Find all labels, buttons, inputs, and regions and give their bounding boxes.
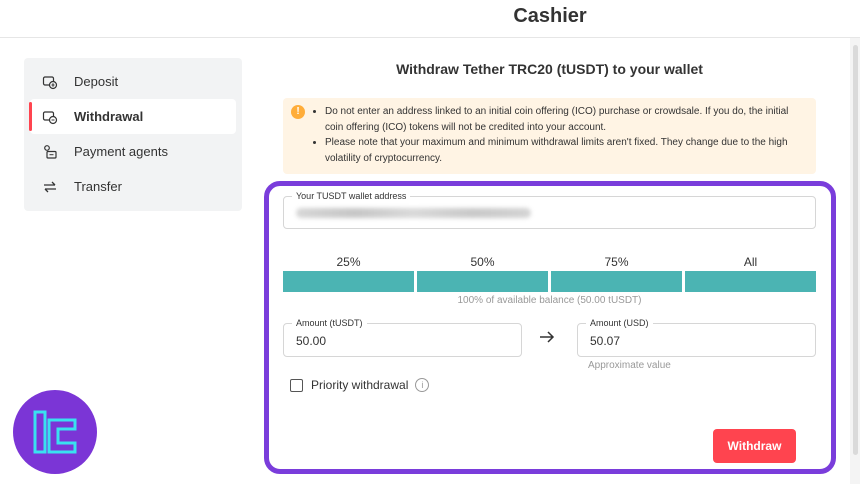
notice-item: Do not enter an address linked to an ini… [325, 104, 806, 135]
approximate-hint: Approximate value [588, 360, 671, 371]
sidebar: Deposit Withdrawal Payment agents Transf… [24, 58, 242, 211]
priority-withdrawal-row: Priority withdrawal i [290, 378, 430, 392]
warning-icon: ! [291, 105, 305, 119]
amount-fiat-field[interactable]: Amount (USD) 50.07 [577, 317, 816, 357]
percent-button-50[interactable] [417, 271, 548, 292]
page-title: Cashier [513, 5, 587, 27]
sidebar-item-label: Transfer [74, 179, 122, 194]
sidebar-item-label: Withdrawal [74, 109, 144, 124]
amount-fiat-value: 50.07 [590, 334, 621, 348]
deposit-icon [42, 74, 58, 90]
amount-fiat-label: Amount (USD) [586, 317, 653, 329]
balance-note: 100% of available balance (50.00 tUSDT) [457, 295, 642, 306]
section-title: Withdraw Tether TRC20 (tUSDT) to your wa… [396, 61, 703, 77]
amount-crypto-value: 50.00 [296, 334, 327, 348]
arrow-right-icon [539, 330, 555, 349]
percent-button-75[interactable] [551, 271, 682, 292]
withdrawal-icon [42, 109, 58, 125]
percent-label-75: 75% [604, 255, 629, 269]
sidebar-item-withdrawal[interactable]: Withdrawal [29, 99, 236, 134]
sidebar-item-deposit[interactable]: Deposit [24, 64, 242, 99]
percent-label-25: 25% [336, 255, 361, 269]
amount-crypto-label: Amount (tUSDT) [292, 317, 367, 329]
percent-button-25[interactable] [283, 271, 414, 292]
brand-logo [13, 390, 97, 474]
payment-agents-icon [42, 144, 58, 160]
sidebar-item-label: Deposit [74, 74, 119, 89]
withdraw-button[interactable]: Withdraw [713, 429, 796, 463]
wallet-address-field[interactable]: Your TUSDT wallet address [283, 190, 816, 229]
percent-label-50: 50% [470, 255, 495, 269]
wallet-address-value-blurred [296, 208, 531, 218]
notice-box: ! Do not enter an address linked to an i… [283, 98, 816, 174]
wallet-address-label: Your TUSDT wallet address [292, 190, 411, 202]
priority-withdrawal-checkbox[interactable] [290, 378, 303, 392]
top-bar: Cashier [0, 0, 860, 38]
scrollbar-thumb[interactable] [853, 45, 858, 455]
sidebar-item-payment-agents[interactable]: Payment agents [24, 134, 242, 169]
info-icon[interactable]: i [415, 378, 430, 392]
percent-button-all[interactable] [685, 271, 816, 292]
priority-withdrawal-label: Priority withdrawal [311, 378, 409, 392]
sidebar-item-transfer[interactable]: Transfer [24, 169, 242, 204]
sidebar-item-label: Payment agents [74, 144, 168, 159]
amount-crypto-field[interactable]: Amount (tUSDT) 50.00 [283, 317, 522, 357]
notice-item: Please note that your maximum and minimu… [325, 135, 806, 166]
percent-label-all: All [743, 255, 758, 269]
transfer-icon [42, 179, 58, 195]
